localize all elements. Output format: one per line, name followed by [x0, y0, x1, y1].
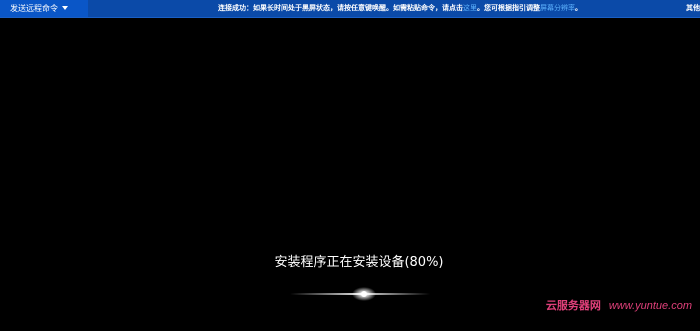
other-menu[interactable]: 其他	[686, 0, 700, 17]
top-toolbar: 发送远程命令 连接成功：如果长时间处于黑屏状态，请按任意键唤醒。如需粘贴命令，请…	[0, 0, 700, 18]
connection-notice: 连接成功：如果长时间处于黑屏状态，请按任意键唤醒。如需粘贴命令，请点击这里。您可…	[218, 0, 582, 17]
notice-text-middle: 。您可根据指引调整	[477, 4, 540, 12]
paste-command-link[interactable]: 这里	[463, 4, 477, 12]
send-remote-command-button[interactable]: 发送远程命令	[0, 0, 88, 17]
install-status-text: 安装程序正在安装设备(80%)	[274, 255, 444, 270]
notice-text-prefix: 连接成功：如果长时间处于黑屏状态，请按任意键唤醒。如需粘贴命令，请点击	[218, 4, 463, 12]
send-remote-command-label: 发送远程命令	[10, 4, 58, 13]
remote-console-page: 发送远程命令 连接成功：如果长时间处于黑屏状态，请按任意键唤醒。如需粘贴命令，请…	[0, 0, 700, 331]
watermark-url: www.yuntue.com	[608, 300, 692, 312]
watermark: 云服务器网 www.yuntue.com	[546, 297, 692, 313]
resolution-link[interactable]: 屏幕分辨率	[540, 4, 575, 12]
notice-text-suffix: 。	[575, 4, 582, 12]
chevron-down-icon	[62, 6, 68, 10]
loading-dots-icon	[290, 287, 430, 301]
watermark-brand: 云服务器网	[545, 300, 601, 312]
